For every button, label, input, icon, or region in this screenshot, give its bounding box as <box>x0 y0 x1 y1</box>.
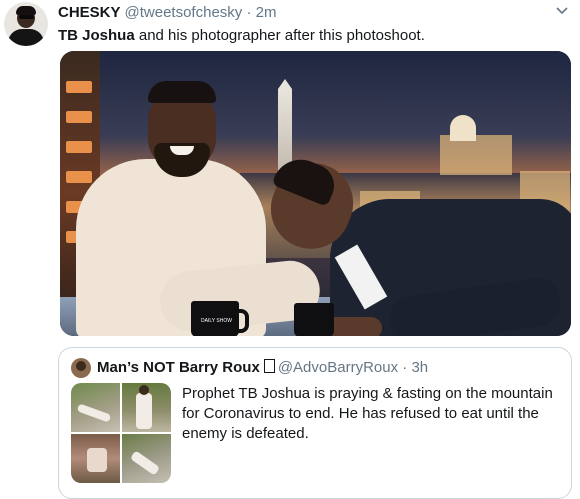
quoted-tweet[interactable]: Man’s NOT Barry Roux @AdvoBarryRoux · 3h … <box>58 347 572 499</box>
tweet-text-rest: and his photographer after this photosho… <box>134 27 425 44</box>
quoted-header-separator: · <box>402 359 408 376</box>
mug <box>294 303 334 336</box>
chevron-down-icon[interactable] <box>555 3 571 17</box>
tweet-time[interactable]: 2m <box>256 4 277 21</box>
media-thumbnail <box>71 434 120 483</box>
media-thumbnail <box>122 383 171 432</box>
author-avatar[interactable] <box>4 2 48 46</box>
mug-label: DAILY SHOW <box>201 318 232 324</box>
quoted-tweet-time: 3h <box>411 359 429 376</box>
quoted-media-grid <box>71 383 171 483</box>
quoted-tweet-header: Man’s NOT Barry Roux @AdvoBarryRoux · 3h <box>97 359 428 377</box>
tweet-text: TB Joshua and his photographer after thi… <box>58 26 425 46</box>
tweet-photo[interactable]: DAILY SHOW <box>60 51 571 336</box>
media-thumbnail <box>122 434 171 483</box>
quoted-author-avatar <box>71 358 91 378</box>
author-handle[interactable]: @tweetsofchesky <box>125 4 243 21</box>
tweet-header: CHESKY @tweetsofchesky · 2m <box>58 4 276 22</box>
quoted-author-name: Man’s NOT Barry Roux <box>97 359 260 376</box>
capitol-dome <box>450 115 476 141</box>
tweet[interactable]: CHESKY @tweetsofchesky · 2m TB Joshua and… <box>0 0 580 499</box>
author-name[interactable]: CHESKY <box>58 4 121 21</box>
quoted-tweet-text: Prophet TB Joshua is praying & fasting o… <box>182 385 553 442</box>
missing-glyph-icon <box>263 359 275 373</box>
media-thumbnail <box>71 383 120 432</box>
tweet-text-bold: TB Joshua <box>58 27 135 44</box>
quoted-author-handle: @AdvoBarryRoux <box>277 359 399 376</box>
mug: DAILY SHOW <box>191 301 249 336</box>
header-separator: · <box>246 4 252 21</box>
